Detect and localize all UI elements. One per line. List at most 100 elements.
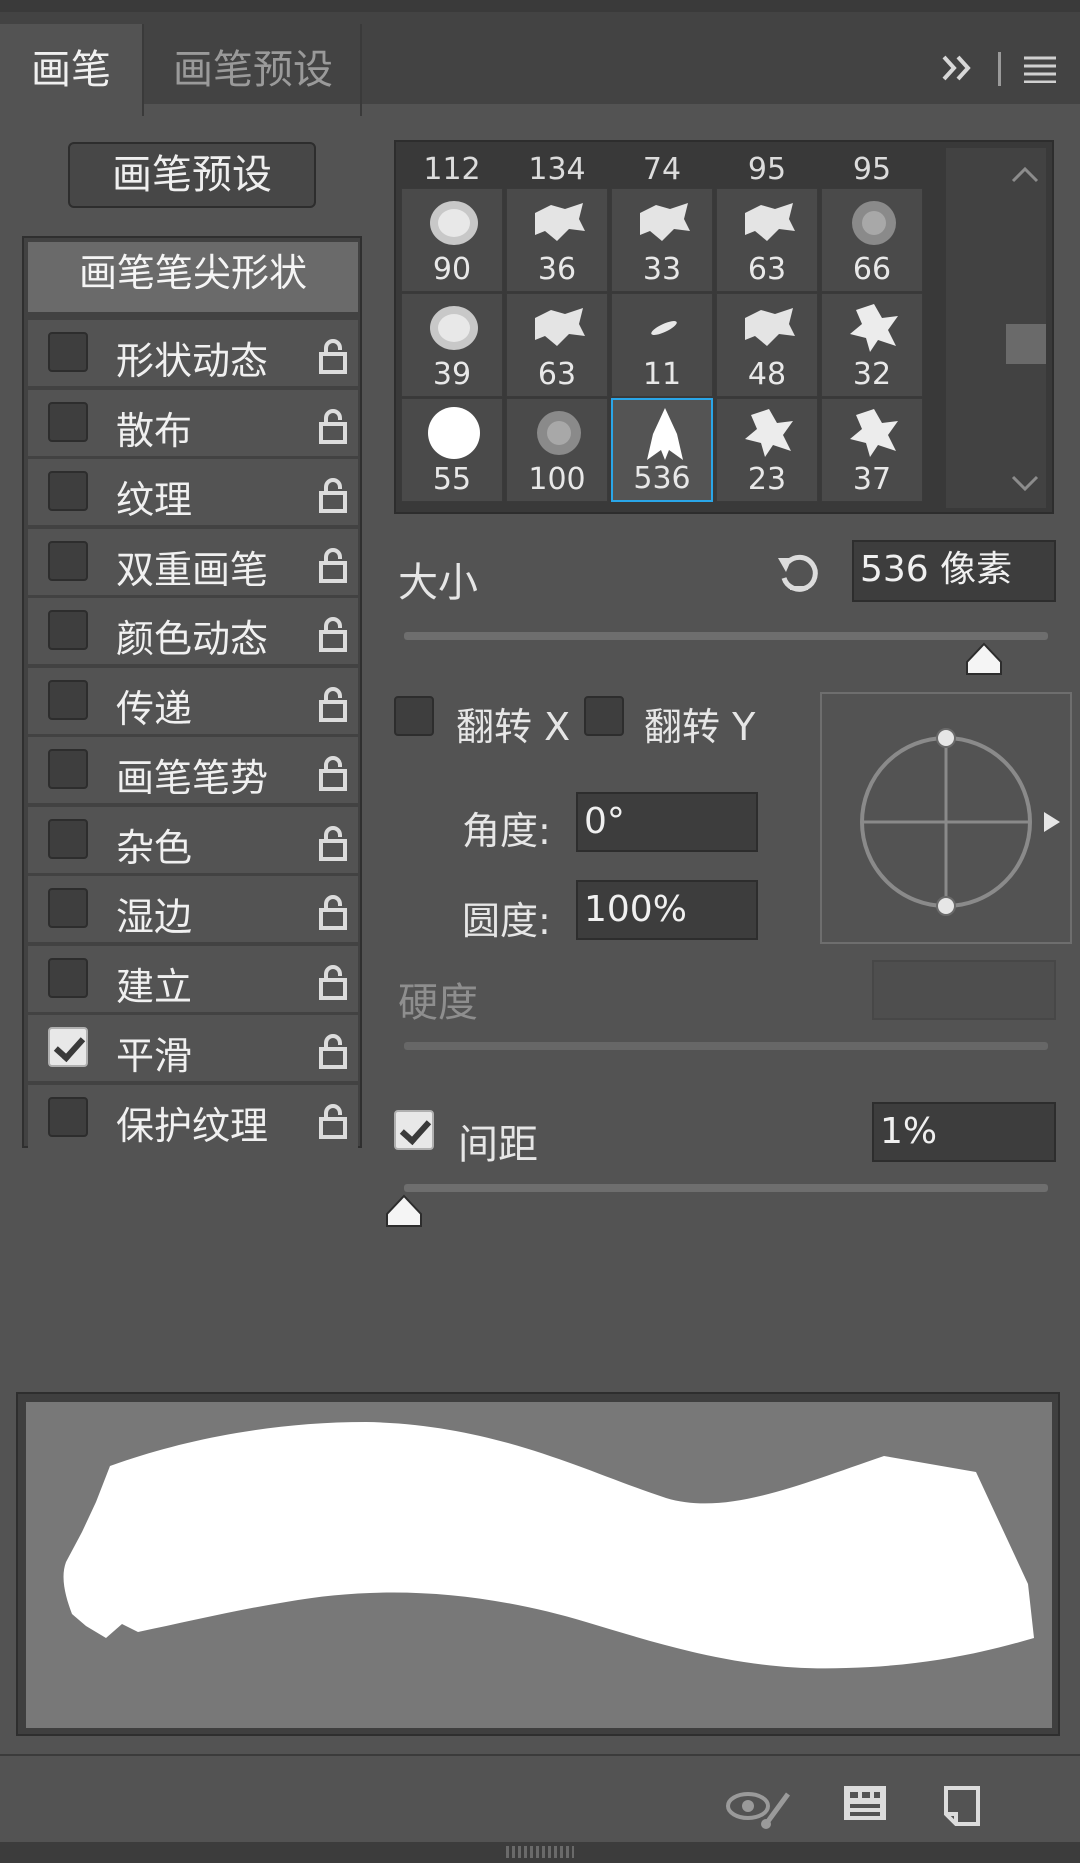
spacing-label: 间距 bbox=[458, 1122, 538, 1168]
brush-thumbnail[interactable]: 66 bbox=[821, 188, 923, 292]
brush-option-row[interactable]: 传递 bbox=[28, 667, 358, 734]
brush-option-row[interactable]: 双重画笔 bbox=[28, 528, 358, 595]
brush-preview-icon bbox=[846, 405, 902, 461]
brush-option-row[interactable]: 纹理 bbox=[28, 459, 358, 525]
roundness-input[interactable]: 100% bbox=[576, 880, 758, 940]
lock-icon[interactable] bbox=[318, 825, 348, 861]
option-checkbox[interactable] bbox=[48, 401, 88, 442]
menu-icon[interactable] bbox=[1022, 52, 1058, 92]
flip-x-checkbox[interactable] bbox=[394, 696, 434, 736]
brush-thumbnail[interactable]: 90 bbox=[401, 188, 503, 292]
option-checkbox[interactable] bbox=[48, 1096, 88, 1137]
brush-thumbnail[interactable]: 63 bbox=[506, 293, 608, 397]
spacing-slider-knob[interactable] bbox=[384, 1194, 424, 1228]
tab-brush[interactable]: 画笔 bbox=[0, 24, 144, 116]
brush-preview-icon bbox=[426, 405, 482, 461]
lock-icon[interactable] bbox=[318, 964, 348, 1000]
reset-size-icon[interactable] bbox=[774, 550, 824, 598]
brush-tip-shape-item[interactable]: 画笔笔尖形状 bbox=[28, 242, 358, 312]
spacing-input[interactable]: 1% bbox=[872, 1102, 1056, 1162]
brush-preview-icon bbox=[846, 300, 902, 356]
brush-option-row[interactable]: 形状动态 bbox=[28, 320, 358, 386]
brush-preview-icon bbox=[636, 300, 692, 356]
brush-preview-icon bbox=[531, 300, 587, 356]
lock-icon[interactable] bbox=[318, 408, 348, 444]
angle-roundness-widget[interactable] bbox=[820, 692, 1072, 944]
brush-thumbnail[interactable]: 37 bbox=[821, 398, 923, 502]
scroll-up-icon[interactable] bbox=[1010, 158, 1040, 193]
brush-size-label: 37 bbox=[852, 462, 892, 497]
lock-icon[interactable] bbox=[318, 686, 348, 722]
option-checkbox[interactable] bbox=[48, 540, 88, 581]
brush-option-row[interactable]: 杂色 bbox=[28, 806, 358, 873]
hardness-slider-track bbox=[404, 1042, 1048, 1050]
brush-thumbnail[interactable]: 23 bbox=[716, 398, 818, 502]
option-checkbox[interactable] bbox=[48, 679, 88, 720]
size-slider-track[interactable] bbox=[404, 632, 1048, 640]
brush-thumbnail[interactable]: 63 bbox=[716, 188, 818, 292]
option-label: 建立 bbox=[116, 964, 193, 1009]
brush-preview-icon bbox=[636, 195, 692, 251]
panel-tab-bar: 画笔 画笔预设 bbox=[0, 0, 1080, 116]
option-checkbox[interactable] bbox=[48, 471, 88, 511]
scroll-down-icon[interactable] bbox=[1010, 466, 1040, 501]
expand-icon[interactable] bbox=[940, 52, 976, 92]
grid-icon[interactable] bbox=[842, 1784, 888, 1832]
lock-icon[interactable] bbox=[318, 894, 348, 930]
lock-icon[interactable] bbox=[318, 1033, 348, 1069]
eye-brush-icon[interactable] bbox=[726, 1786, 792, 1834]
brush-option-row[interactable]: 建立 bbox=[28, 945, 358, 1012]
tab-brush-presets[interactable]: 画笔预设 bbox=[146, 24, 362, 116]
lock-icon[interactable] bbox=[318, 477, 348, 513]
brush-thumbnail[interactable]: 48 bbox=[716, 293, 818, 397]
brush-option-row[interactable]: 保护纹理 bbox=[28, 1084, 358, 1151]
brush-size-label: 33 bbox=[642, 252, 682, 287]
brush-presets-button[interactable]: 画笔预设 bbox=[68, 142, 316, 208]
option-checkbox[interactable] bbox=[48, 818, 88, 859]
new-brush-icon[interactable] bbox=[942, 1784, 982, 1832]
option-label: 平滑 bbox=[116, 1034, 193, 1078]
option-label: 双重画笔 bbox=[116, 547, 269, 592]
brush-option-row[interactable]: 湿边 bbox=[28, 876, 358, 942]
grid-scrollbar-thumb[interactable] bbox=[1006, 324, 1046, 364]
size-slider-knob[interactable] bbox=[964, 642, 1004, 676]
brush-thumbnail[interactable]: 36 bbox=[506, 188, 608, 292]
flip-y-label: 翻转 Y bbox=[644, 705, 756, 749]
brush-size-label: 95 bbox=[747, 152, 787, 187]
brush-thumbnail[interactable]: 11 bbox=[611, 293, 713, 397]
resize-grip[interactable] bbox=[506, 1846, 574, 1858]
brush-thumbnail[interactable]: 39 bbox=[401, 293, 503, 397]
brush-thumbnail[interactable]: 32 bbox=[821, 293, 923, 397]
brush-size-label: 536 bbox=[633, 461, 691, 496]
brush-option-row[interactable]: 画笔笔势 bbox=[28, 737, 358, 803]
brush-thumbnail-selected[interactable]: 536 bbox=[611, 398, 713, 502]
lock-icon[interactable] bbox=[318, 755, 348, 791]
lock-icon[interactable] bbox=[318, 616, 348, 652]
lock-icon[interactable] bbox=[318, 338, 348, 374]
lock-icon[interactable] bbox=[318, 547, 348, 583]
flip-y-checkbox[interactable] bbox=[584, 696, 624, 736]
spacing-slider-track[interactable] bbox=[404, 1184, 1048, 1192]
option-checkbox[interactable] bbox=[48, 957, 88, 998]
brush-thumbnail[interactable]: 33 bbox=[611, 188, 713, 292]
option-checkbox[interactable] bbox=[48, 888, 88, 928]
lock-icon[interactable] bbox=[318, 1103, 348, 1139]
roundness-label: 圆度: bbox=[462, 899, 551, 943]
spacing-checkbox[interactable] bbox=[394, 1110, 434, 1150]
brush-preview-icon bbox=[531, 405, 587, 461]
option-checkbox[interactable] bbox=[48, 1027, 88, 1067]
option-label: 杂色 bbox=[116, 825, 193, 870]
brush-thumbnail[interactable]: 55 bbox=[401, 398, 503, 502]
brush-option-row[interactable]: 平滑 bbox=[28, 1015, 358, 1081]
brush-option-row[interactable]: 颜色动态 bbox=[28, 598, 358, 664]
option-checkbox[interactable] bbox=[48, 332, 88, 372]
brush-thumbnail[interactable]: 100 bbox=[506, 398, 608, 502]
option-checkbox[interactable] bbox=[48, 749, 88, 789]
option-checkbox[interactable] bbox=[48, 610, 88, 650]
size-input[interactable]: 536 像素 bbox=[852, 540, 1056, 602]
option-label: 湿边 bbox=[116, 895, 193, 939]
brush-size-label: 36 bbox=[537, 252, 577, 287]
brush-option-row[interactable]: 散布 bbox=[28, 389, 358, 456]
angle-input[interactable]: 0° bbox=[576, 792, 758, 852]
brush-preview-icon bbox=[426, 300, 482, 356]
